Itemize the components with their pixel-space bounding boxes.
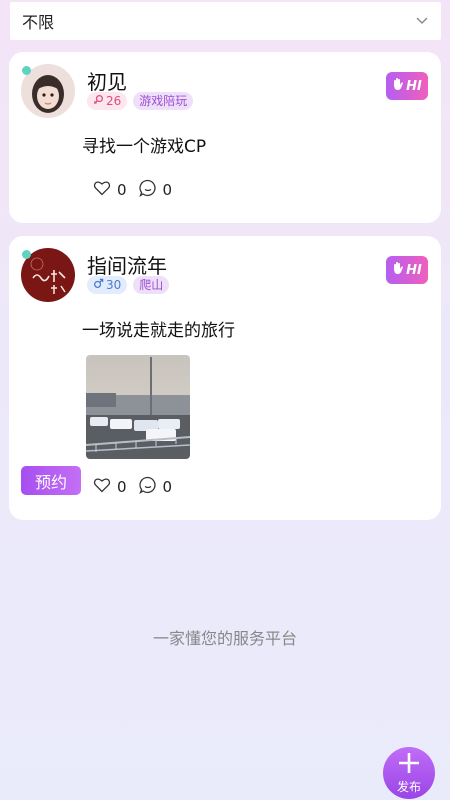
- say-hi-button[interactable]: HI: [386, 256, 428, 284]
- female-icon: [93, 92, 104, 110]
- interest-tag: 游戏陪玩: [133, 92, 194, 110]
- post-stats: 0 0: [93, 476, 172, 498]
- slogan-text: 一家懂您的服务平台: [152, 629, 297, 648]
- age-badge: 26: [87, 92, 128, 110]
- post-text: 一场说走就走的旅行: [82, 321, 235, 341]
- like-button[interactable]: 0: [93, 477, 127, 497]
- plus-icon: [398, 752, 420, 777]
- age-value: 26: [106, 94, 122, 108]
- filter-label: 不限: [22, 13, 55, 32]
- comment-icon: [138, 476, 157, 498]
- say-hi-label: HI: [406, 78, 422, 94]
- age-badge: 30: [87, 276, 128, 294]
- male-icon: [93, 276, 104, 294]
- age-value: 30: [106, 278, 122, 292]
- like-button[interactable]: 0: [93, 180, 127, 200]
- post-card[interactable]: 指间流年 30 爬山 HI 一场说走就走的旅行 预约 0 0: [9, 236, 441, 520]
- online-indicator: [22, 250, 31, 259]
- user-tags: 26 游戏陪玩: [87, 92, 194, 110]
- post-text: 寻找一个游戏CP: [82, 137, 207, 157]
- say-hi-button[interactable]: HI: [386, 72, 428, 100]
- comment-button[interactable]: 0: [138, 476, 173, 498]
- user-name[interactable]: 初见: [87, 66, 127, 95]
- publish-button[interactable]: 发布: [383, 747, 435, 799]
- heart-icon: [93, 180, 111, 200]
- chevron-down-icon: [415, 12, 429, 31]
- like-count: 0: [117, 181, 127, 199]
- publish-label: 发布: [396, 779, 421, 794]
- comment-count: 0: [162, 478, 173, 496]
- hand-wave-icon: [392, 261, 404, 279]
- post-stats: 0 0: [93, 179, 172, 201]
- comment-icon: [138, 179, 157, 201]
- book-button[interactable]: 预约: [21, 466, 81, 495]
- like-count: 0: [117, 478, 127, 496]
- post-photo[interactable]: [86, 355, 190, 459]
- filter-dropdown[interactable]: 不限: [10, 2, 441, 40]
- heart-icon: [93, 477, 111, 497]
- comment-count: 0: [162, 181, 173, 199]
- interest-tag: 爬山: [133, 276, 170, 294]
- user-tags: 30 爬山: [87, 276, 170, 294]
- comment-button[interactable]: 0: [138, 179, 173, 201]
- post-card[interactable]: 初见 26 游戏陪玩 HI 寻找一个游戏CP 0 0: [9, 52, 441, 223]
- hand-wave-icon: [392, 77, 404, 95]
- user-name[interactable]: 指间流年: [87, 250, 167, 279]
- online-indicator: [22, 66, 31, 75]
- say-hi-label: HI: [406, 262, 422, 278]
